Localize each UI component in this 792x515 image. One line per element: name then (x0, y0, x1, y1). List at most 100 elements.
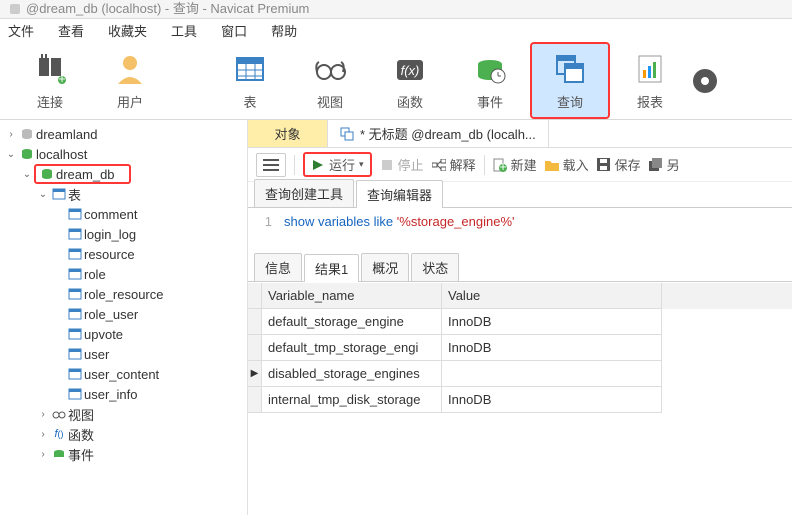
grid-cell[interactable]: default_storage_engine (262, 309, 442, 335)
table-row[interactable]: default_storage_engine InnoDB (248, 309, 792, 335)
table-item[interactable]: upvote (0, 324, 247, 344)
tree-functions-node[interactable]: ›f()函数 (0, 424, 247, 444)
sql-keyword: like (374, 214, 394, 229)
toolbar-query[interactable]: 查询 (530, 42, 610, 119)
grid-cell[interactable] (442, 361, 662, 387)
load-button[interactable]: 载入 (545, 155, 589, 174)
toolbar-tables[interactable]: 表 (210, 42, 290, 119)
toolbar-reports[interactable]: 报表 (610, 42, 690, 119)
tree-label: 事件 (68, 445, 94, 464)
toolbar-more[interactable] (690, 42, 720, 119)
table-row[interactable]: internal_tmp_disk_storage InnoDB (248, 387, 792, 413)
subtab-builder[interactable]: 查询创建工具 (254, 179, 354, 207)
result-tab-results[interactable]: 结果1 (304, 254, 359, 282)
grid-cell[interactable]: InnoDB (442, 387, 662, 413)
svg-text:f(x): f(x) (401, 63, 420, 78)
server-icon (18, 127, 36, 141)
table-icon (231, 50, 269, 88)
hamburger-icon (263, 159, 279, 171)
tree-events-node[interactable]: › 事件 (0, 444, 247, 464)
collapse-icon[interactable]: ⌄ (20, 169, 34, 180)
toolbar-functions[interactable]: f(x) 函数 (370, 42, 450, 119)
table-row[interactable]: ▶ disabled_storage_engines (248, 361, 792, 387)
table-item[interactable]: resource (0, 244, 247, 264)
table-item[interactable]: user (0, 344, 247, 364)
table-item[interactable]: user_info (0, 384, 247, 404)
result-tab-status[interactable]: 状态 (411, 253, 459, 281)
result-tab-profile[interactable]: 概况 (361, 253, 409, 281)
tree-tables-node[interactable]: ⌄ 表 (0, 184, 247, 204)
toolbar-connection[interactable]: + 连接 (10, 42, 90, 119)
grid-cell[interactable]: disabled_storage_engines (262, 361, 442, 387)
explain-button[interactable]: 解释 (432, 155, 476, 174)
menu-tools[interactable]: 工具 (171, 21, 197, 40)
grid-cell[interactable]: default_tmp_storage_engi (262, 335, 442, 361)
result-tabs: 信息 结果1 概况 状态 (248, 256, 792, 282)
toolbar-views[interactable]: 视图 (290, 42, 370, 119)
toolbar-label: 用户 (117, 92, 143, 111)
connection-dreamland[interactable]: › dreamland (0, 124, 247, 144)
menu-favorites[interactable]: 收藏夹 (108, 21, 147, 40)
database-tree: › dreamland ⌄ localhost ⌄ dream_db ⌄ 表 c… (0, 120, 248, 515)
collapse-icon[interactable]: ⌄ (36, 189, 50, 200)
grid-cell[interactable]: InnoDB (442, 335, 662, 361)
table-item[interactable]: role (0, 264, 247, 284)
menu-window[interactable]: 窗口 (221, 21, 247, 40)
expand-icon[interactable]: › (4, 129, 18, 140)
menu-view[interactable]: 查看 (58, 21, 84, 40)
sql-editor[interactable]: 1 show variables like '%storage_engine%' (248, 208, 792, 252)
grid-cell[interactable]: InnoDB (442, 309, 662, 335)
toolbar-label: 事件 (477, 92, 503, 111)
toolbar-label: 视图 (317, 92, 343, 111)
new-button[interactable]: + 新建 (493, 155, 537, 174)
table-small-icon (66, 247, 84, 261)
save-button[interactable]: 保存 (597, 155, 641, 174)
expand-icon[interactable]: › (36, 449, 50, 460)
table-row[interactable]: default_tmp_storage_engi InnoDB (248, 335, 792, 361)
toolbar-label: 查询 (557, 92, 583, 111)
table-small-icon (66, 367, 84, 381)
table-item[interactable]: comment (0, 204, 247, 224)
table-small-icon (66, 227, 84, 241)
table-item[interactable]: login_log (0, 224, 247, 244)
tree-label: user_info (84, 387, 137, 402)
toolbar-label: 函数 (397, 92, 423, 111)
tree-label: role (84, 267, 106, 282)
saveas-button[interactable]: 另 (649, 155, 680, 174)
column-header[interactable]: Variable_name (262, 283, 442, 309)
table-small-icon (66, 287, 84, 301)
toolbar-events[interactable]: 事件 (450, 42, 530, 119)
table-small-icon (66, 347, 84, 361)
table-item[interactable]: role_user (0, 304, 247, 324)
result-tab-info[interactable]: 信息 (254, 253, 302, 281)
tree-views-node[interactable]: ›视图 (0, 404, 247, 424)
expand-icon[interactable]: › (36, 409, 50, 420)
menu-toggle-button[interactable] (256, 153, 286, 177)
grid-cell[interactable]: internal_tmp_disk_storage (262, 387, 442, 413)
current-row-indicator-icon: ▶ (251, 368, 259, 379)
tree-label: role_user (84, 307, 138, 322)
column-header[interactable]: Value (442, 283, 662, 309)
connection-localhost[interactable]: ⌄ localhost (0, 144, 247, 164)
result-grid: Variable_name Value default_storage_engi… (248, 282, 792, 413)
toolbar-label: 表 (243, 92, 256, 111)
table-item[interactable]: user_content (0, 364, 247, 384)
tree-label: 函数 (68, 425, 94, 444)
collapse-icon[interactable]: ⌄ (4, 149, 18, 160)
toolbar-user[interactable]: 用户 (90, 42, 170, 119)
play-icon (311, 158, 325, 172)
tree-label: localhost (36, 147, 87, 162)
tab-query[interactable]: * 无标题 @dream_db (localh... (328, 120, 549, 147)
menubar: 文件 查看 收藏夹 工具 窗口 帮助 (0, 18, 792, 42)
stop-button[interactable]: 停止 (380, 155, 424, 174)
tab-objects[interactable]: 对象 (248, 120, 328, 147)
run-button[interactable]: 运行 ▾ (311, 155, 364, 174)
expand-icon[interactable]: › (36, 429, 50, 440)
table-item[interactable]: role_resource (0, 284, 247, 304)
menu-file[interactable]: 文件 (8, 21, 34, 40)
database-dream_db[interactable]: ⌄ dream_db (0, 164, 247, 184)
action-label: 保存 (615, 155, 641, 174)
menu-help[interactable]: 帮助 (271, 21, 297, 40)
tree-label: user (84, 347, 109, 362)
subtab-editor[interactable]: 查询编辑器 (356, 180, 443, 208)
